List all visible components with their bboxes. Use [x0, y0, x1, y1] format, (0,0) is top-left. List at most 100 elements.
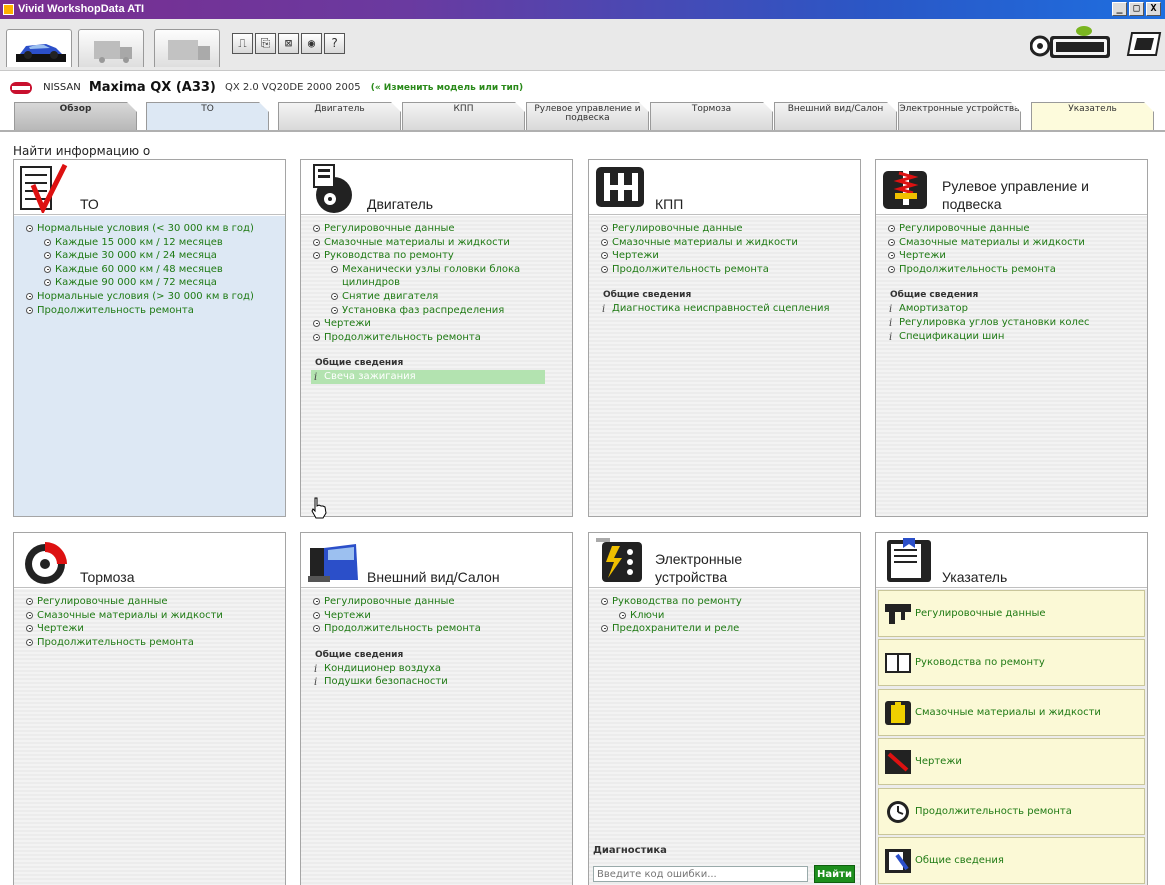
- index-item-general-info[interactable]: Общие сведения: [878, 836, 1145, 884]
- bullet-icon: [44, 238, 51, 246]
- link-timing[interactable]: Установка фаз распределения: [329, 304, 572, 318]
- link-engine-removal[interactable]: Снятие двигателя: [329, 290, 572, 304]
- bullet-icon: [888, 252, 895, 260]
- card-index-header: Указатель: [876, 533, 1147, 588]
- link-drawings[interactable]: Чертежи: [24, 622, 285, 636]
- toolbar-button-2[interactable]: ⎘: [255, 33, 276, 54]
- link-cylinder-head-cont[interactable]: цилиндров: [329, 276, 572, 290]
- minimize-button[interactable]: _: [1112, 2, 1127, 16]
- clock-icon: [887, 800, 909, 823]
- link-adjustment-data[interactable]: Регулировочные данные: [24, 595, 285, 609]
- link-clutch-diagnostics[interactable]: i Диагностика неисправностей сцепления: [599, 302, 860, 316]
- link-repair-time[interactable]: Продолжительность ремонта: [886, 263, 1147, 277]
- toolbar-button-4[interactable]: ◉: [301, 33, 322, 54]
- card-gearbox-title: КПП: [655, 196, 684, 212]
- link-adjustment-data[interactable]: Регулировочные данные: [886, 222, 1147, 236]
- link-tyre-specs[interactable]: i Спецификации шин: [886, 330, 1147, 344]
- link-adjustment-data[interactable]: Регулировочные данные: [311, 222, 572, 236]
- diagnostics-label: Диагностика: [593, 845, 667, 856]
- info-icon: i: [314, 663, 318, 675]
- link-every-90000[interactable]: Каждые 90 000 км / 72 месяца: [42, 276, 285, 290]
- tab-steering[interactable]: Рулевое управление и подвеска: [526, 102, 649, 130]
- link-every-60000[interactable]: Каждые 60 000 км / 48 месяцев: [42, 263, 285, 277]
- tab-electronics[interactable]: Электронные устройства: [898, 102, 1021, 130]
- link-lubricants[interactable]: Смазочные материалы и жидкости: [886, 236, 1147, 250]
- bullet-icon: [26, 292, 33, 300]
- card-brakes: Тормоза Регулировочные данные Смазочные …: [13, 532, 286, 885]
- link-repair-time[interactable]: Продолжительность ремонта: [311, 622, 572, 636]
- bullet-icon: [26, 625, 33, 633]
- bullet-icon: [313, 252, 320, 260]
- link-drawings[interactable]: Чертежи: [599, 249, 860, 263]
- link-repair-time[interactable]: Продолжительность ремонта: [24, 636, 285, 650]
- toolbar-button-1[interactable]: ⎍: [232, 33, 253, 54]
- index-item-adjustment-data[interactable]: Регулировочные данные: [878, 590, 1145, 637]
- link-adjustment-data[interactable]: Регулировочные данные: [599, 222, 860, 236]
- card-body-header: Внешний вид/Салон: [301, 533, 572, 588]
- card-steering: Рулевое управление и подвеска Регулировоч…: [875, 159, 1148, 517]
- link-repair-time[interactable]: Продолжительность ремонта: [599, 263, 860, 277]
- tab-index[interactable]: Указатель: [1031, 102, 1154, 130]
- index-item-lubricants[interactable]: Смазочные материалы и жидкости: [878, 688, 1145, 736]
- link-airbags[interactable]: i Подушки безопасности: [311, 675, 572, 689]
- change-model-link[interactable]: (« Изменить модель или тип): [371, 83, 523, 93]
- link-spark-plug[interactable]: i Свеча зажигания: [311, 370, 545, 384]
- tab-body[interactable]: Внешний вид/Салон: [774, 102, 897, 130]
- link-every-15000[interactable]: Каждые 15 000 км / 12 месяцев: [42, 236, 285, 250]
- info-icon: i: [889, 304, 893, 316]
- tab-overview[interactable]: Обзор: [14, 102, 137, 130]
- card-index-title: Указатель: [942, 569, 1008, 585]
- bullet-icon: [331, 306, 338, 314]
- bullet-icon: [44, 279, 51, 287]
- maximize-button[interactable]: □: [1129, 2, 1144, 16]
- link-drawings[interactable]: Чертежи: [311, 609, 572, 623]
- general-info-heading: Общие сведения: [315, 649, 404, 660]
- oil-can-icon: [885, 700, 911, 725]
- bullet-icon: [601, 265, 608, 273]
- link-fuses-relays[interactable]: Предохранители и реле: [599, 622, 860, 636]
- toolbar-button-3[interactable]: ⊠: [278, 33, 299, 54]
- index-item-repair-time[interactable]: Продолжительность ремонта: [878, 787, 1145, 835]
- bullet-icon: [601, 225, 608, 232]
- module-tab-heavy-truck[interactable]: [154, 29, 220, 67]
- link-lubricants[interactable]: Смазочные материалы и жидкости: [311, 236, 572, 250]
- link-shock-absorber[interactable]: i Амортизатор: [886, 302, 1147, 316]
- app-icon: [3, 4, 14, 15]
- link-repair-time[interactable]: Продолжительность ремонта: [311, 331, 572, 345]
- error-code-input[interactable]: [593, 866, 808, 882]
- card-index-body: Регулировочные данные Руководства по рем…: [876, 589, 1147, 885]
- index-item-drawings[interactable]: Чертежи: [878, 738, 1145, 786]
- caliper-icon: [885, 604, 911, 624]
- find-button[interactable]: Найти: [814, 865, 855, 883]
- link-repair-manuals[interactable]: Руководства по ремонту: [311, 249, 572, 263]
- vehicle-make: NISSAN: [43, 82, 81, 93]
- link-adjustment-data[interactable]: Регулировочные данные: [311, 595, 572, 609]
- link-lubricants[interactable]: Смазочные материалы и жидкости: [24, 609, 285, 623]
- tab-to[interactable]: ТО: [146, 102, 269, 130]
- link-normal-over-30000[interactable]: Нормальные условия (> 30 000 км в год): [24, 290, 285, 304]
- link-drawings[interactable]: Чертежи: [311, 317, 572, 331]
- link-normal-under-30000[interactable]: Нормальные условия (< 30 000 км в год): [24, 222, 285, 236]
- bullet-icon: [331, 265, 338, 273]
- card-electronics-title: Электронные устройства: [655, 551, 743, 585]
- tab-engine[interactable]: Двигатель: [278, 102, 401, 130]
- truck-icon: [94, 41, 132, 63]
- module-tab-car[interactable]: [6, 29, 72, 67]
- module-tab-light-truck[interactable]: [78, 29, 144, 67]
- link-repair-time[interactable]: Продолжительность ремонта: [24, 304, 285, 318]
- index-item-repair-manuals[interactable]: Руководства по ремонту: [878, 639, 1145, 687]
- link-wheel-alignment[interactable]: i Регулировка углов установки колес: [886, 316, 1147, 330]
- link-lubricants[interactable]: Смазочные материалы и жидкости: [599, 236, 860, 250]
- vehicle-spec: QX 2.0 VQ20DE 2000 2005: [224, 82, 361, 93]
- link-keys[interactable]: Ключи: [617, 609, 860, 623]
- tab-brakes[interactable]: Тормоза: [650, 102, 773, 130]
- close-button[interactable]: X: [1146, 2, 1161, 16]
- link-repair-manuals[interactable]: Руководства по ремонту: [599, 595, 860, 609]
- link-every-30000[interactable]: Каждые 30 000 км / 24 месяца: [42, 249, 285, 263]
- car-door-icon: [308, 544, 358, 582]
- link-air-conditioning[interactable]: i Кондиционер воздуха: [311, 662, 572, 676]
- help-button[interactable]: ?: [324, 33, 345, 54]
- link-cylinder-head[interactable]: Механически узлы головки блока: [329, 263, 572, 277]
- link-drawings[interactable]: Чертежи: [886, 249, 1147, 263]
- tab-gearbox[interactable]: КПП: [402, 102, 525, 130]
